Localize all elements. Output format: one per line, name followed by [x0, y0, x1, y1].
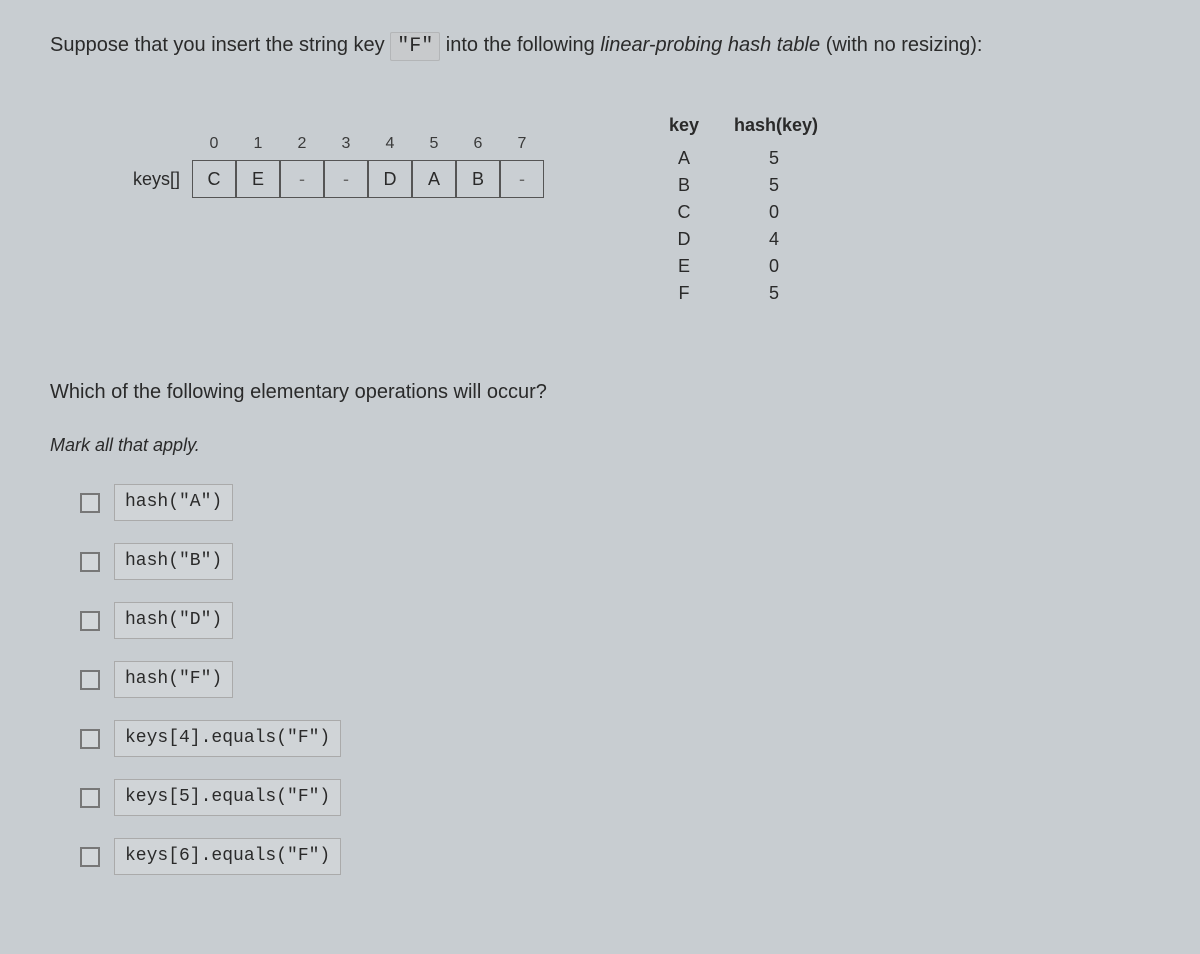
array-indices: 0 1 2 3 4 5 6 7 [192, 132, 544, 156]
prompt-text-2: into the following [446, 34, 601, 56]
options-list: hash("A") hash("B") hash("D") hash("F") … [50, 484, 1150, 875]
instructions: Mark all that apply. [50, 432, 1150, 459]
hash-row-D: D 4 [664, 226, 814, 253]
hash-header-val: hash(key) [734, 112, 814, 139]
hash-key-F: F [664, 280, 704, 307]
hash-key-B: B [664, 172, 704, 199]
hash-val-C: 0 [734, 199, 814, 226]
index-6: 6 [456, 132, 500, 156]
index-2: 2 [280, 132, 324, 156]
index-7: 7 [500, 132, 544, 156]
option-keys6-equals[interactable]: keys[6].equals("F") [80, 838, 1150, 875]
hash-val-D: 4 [734, 226, 814, 253]
checkbox-keys4-equals[interactable] [80, 729, 100, 749]
question-2: Which of the following elementary operat… [50, 377, 1150, 407]
prompt-text-1: Suppose that you insert the string key [50, 34, 390, 56]
option-label-hash-B: hash("B") [114, 543, 233, 580]
keys-row: keys[] C E - - D A B - [110, 160, 544, 198]
cell-1: E [236, 160, 280, 198]
cell-5: A [412, 160, 456, 198]
cell-0: C [192, 160, 236, 198]
checkbox-keys5-equals[interactable] [80, 788, 100, 808]
hash-key-C: C [664, 199, 704, 226]
option-label-keys5-equals: keys[5].equals("F") [114, 779, 341, 816]
keys-label: keys[] [110, 166, 192, 193]
hash-val-B: 5 [734, 172, 814, 199]
checkbox-keys6-equals[interactable] [80, 847, 100, 867]
cell-7: - [500, 160, 544, 198]
option-label-hash-F: hash("F") [114, 661, 233, 698]
checkbox-hash-B[interactable] [80, 552, 100, 572]
checkbox-hash-D[interactable] [80, 611, 100, 631]
hash-row-E: E 0 [664, 253, 814, 280]
cell-6: B [456, 160, 500, 198]
array-block: 0 1 2 3 4 5 6 7 keys[] C E - - D A B - [110, 132, 544, 198]
question-prompt: Suppose that you insert the string key "… [50, 30, 1150, 62]
hash-val-F: 5 [734, 280, 814, 307]
option-keys4-equals[interactable]: keys[4].equals("F") [80, 720, 1150, 757]
cells: C E - - D A B - [192, 160, 544, 198]
inserted-key: "F" [390, 32, 440, 61]
option-label-keys6-equals: keys[6].equals("F") [114, 838, 341, 875]
index-5: 5 [412, 132, 456, 156]
hash-row-B: B 5 [664, 172, 814, 199]
option-hash-A[interactable]: hash("A") [80, 484, 1150, 521]
hash-table: key hash(key) A 5 B 5 C 0 D 4 E 0 F 5 [664, 112, 814, 307]
option-label-keys4-equals: keys[4].equals("F") [114, 720, 341, 757]
cell-4: D [368, 160, 412, 198]
hash-header: key hash(key) [664, 112, 814, 139]
hash-key-D: D [664, 226, 704, 253]
cell-2: - [280, 160, 324, 198]
diagram-area: 0 1 2 3 4 5 6 7 keys[] C E - - D A B - k… [50, 112, 1150, 307]
option-label-hash-D: hash("D") [114, 602, 233, 639]
prompt-italic: linear-probing hash table [600, 34, 820, 56]
checkbox-hash-F[interactable] [80, 670, 100, 690]
hash-val-A: 5 [734, 145, 814, 172]
hash-key-A: A [664, 145, 704, 172]
index-4: 4 [368, 132, 412, 156]
option-hash-B[interactable]: hash("B") [80, 543, 1150, 580]
option-hash-D[interactable]: hash("D") [80, 602, 1150, 639]
cell-3: - [324, 160, 368, 198]
option-keys5-equals[interactable]: keys[5].equals("F") [80, 779, 1150, 816]
index-0: 0 [192, 132, 236, 156]
option-hash-F[interactable]: hash("F") [80, 661, 1150, 698]
index-1: 1 [236, 132, 280, 156]
hash-key-E: E [664, 253, 704, 280]
index-3: 3 [324, 132, 368, 156]
hash-row-F: F 5 [664, 280, 814, 307]
prompt-text-3: (with no resizing): [826, 34, 983, 56]
option-label-hash-A: hash("A") [114, 484, 233, 521]
hash-row-C: C 0 [664, 199, 814, 226]
hash-header-key: key [664, 112, 704, 139]
hash-row-A: A 5 [664, 145, 814, 172]
hash-val-E: 0 [734, 253, 814, 280]
checkbox-hash-A[interactable] [80, 493, 100, 513]
